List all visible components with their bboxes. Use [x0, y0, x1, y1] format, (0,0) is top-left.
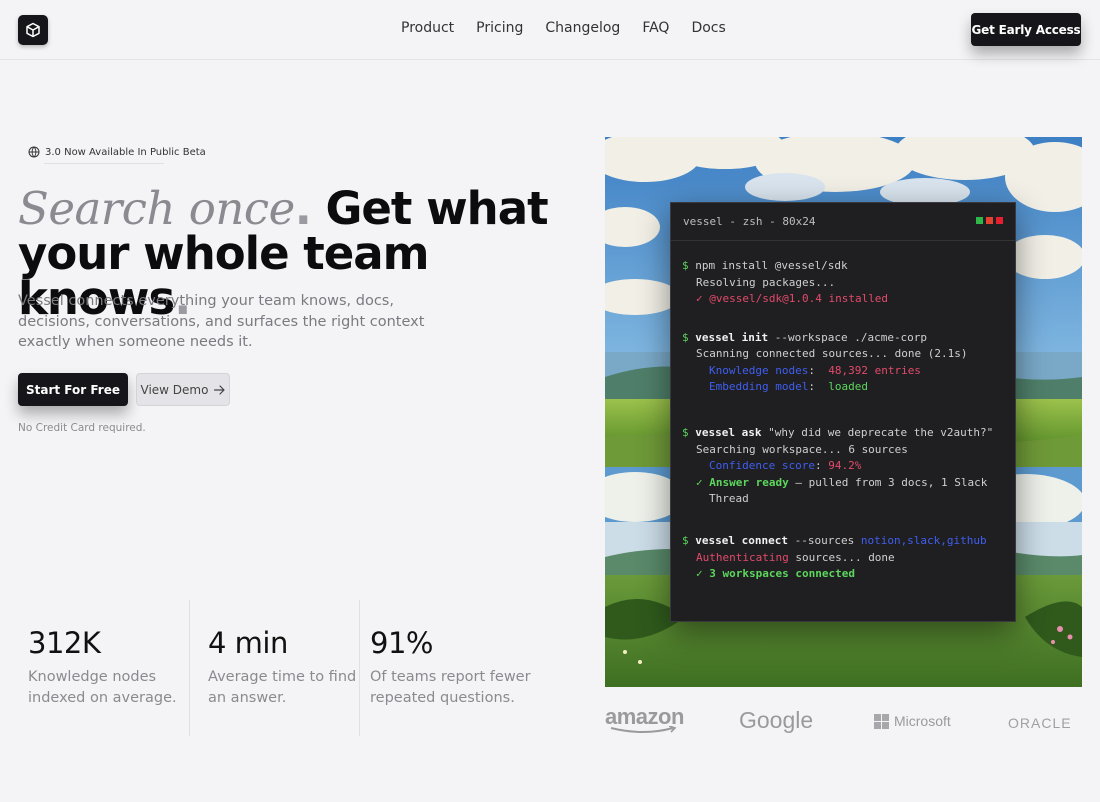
terminal-line: ✓ Answer ready — pulled from 3 docs, 1 S… — [696, 476, 988, 489]
beta-badge-label: 3.0 Now Available In Public Beta — [45, 146, 206, 158]
terminal-line: $ vessel connect --sources notion,slack,… — [682, 534, 987, 547]
view-demo-button[interactable]: View Demo — [136, 373, 230, 406]
google-logo: Google — [739, 707, 814, 733]
terminal-line: Resolving packages... — [696, 276, 836, 289]
stat-description: Of teams report fewer repeated questions. — [370, 669, 531, 706]
terminal-header: vessel - zsh - 80x24 — [671, 203, 1015, 241]
minimize-dot-icon[interactable] — [986, 217, 993, 224]
microsoft-logo: Microsoft — [874, 713, 951, 729]
terminal-line: Confidence score: 94.2% — [709, 459, 862, 472]
customer-logos: amazon Google Microsoft ORACLE — [605, 700, 1082, 740]
terminal-line: Knowledge nodes: 48,392 entries — [709, 364, 921, 377]
terminal-line: Authenticating sources... done — [696, 551, 895, 564]
window-controls — [976, 217, 1003, 224]
stat-fewer-questions: 91% Of teams report fewer repeated questi… — [370, 600, 540, 736]
cube-icon — [26, 22, 40, 38]
maximize-dot-icon[interactable] — [976, 217, 983, 224]
globe-icon — [28, 146, 40, 158]
terminal-line: Scanning connected sources... done (2.1s… — [696, 347, 968, 360]
nav-link-product[interactable]: Product — [401, 20, 454, 36]
terminal-line: ✓ 3 workspaces connected — [696, 567, 855, 580]
terminal-line: Embedding model: loaded — [709, 380, 868, 393]
terminal-line: ✓ @vessel/sdk@1.0.4 installed — [696, 292, 889, 305]
terminal-line: Thread — [709, 492, 749, 505]
stat-knowledge-nodes: 312K Knowledge nodes indexed on average. — [28, 600, 178, 736]
stat-value: 4 min — [208, 626, 288, 660]
terminal-line: $ vessel ask "why did we deprecate the v… — [682, 426, 994, 439]
arrow-right-icon — [214, 384, 226, 395]
nav-link-docs[interactable]: Docs — [691, 20, 725, 36]
stat-description: Average time to find an answer. — [208, 669, 357, 706]
stat-description: Knowledge nodes indexed on average. — [28, 669, 177, 706]
view-demo-label: View Demo — [140, 382, 209, 397]
hero-subtext: Vessel connects everything your team kno… — [18, 293, 425, 350]
terminal-line: Searching workspace... 6 sources — [696, 443, 908, 456]
terminal-window: vessel - zsh - 80x24 $ npm install @vess… — [670, 202, 1016, 622]
terminal-line: $ vessel init --workspace ./acme-corp — [682, 331, 928, 344]
start-for-free-button[interactable]: Start For Free — [18, 373, 128, 406]
beta-badge[interactable]: 3.0 Now Available In Public Beta — [28, 143, 206, 161]
terminal-line: $ npm install @vessel/sdk — [682, 259, 848, 272]
nav-link-faq[interactable]: FAQ — [642, 20, 669, 36]
nav-link-pricing[interactable]: Pricing — [476, 20, 523, 36]
no-credit-card-note: No Credit Card required. — [18, 422, 146, 434]
stat-time-to-answer: 4 min Average time to find an answer. — [208, 600, 358, 736]
stat-divider — [359, 600, 360, 736]
terminal-title: vessel - zsh - 80x24 — [683, 215, 816, 228]
stat-value: 312K — [28, 626, 101, 660]
get-early-access-button[interactable]: Get Early Access — [971, 13, 1081, 46]
nav-links: Product Pricing Changelog FAQ Docs — [401, 20, 726, 36]
oracle-logo: ORACLE — [1008, 715, 1072, 731]
stat-divider — [189, 600, 190, 736]
microsoft-squares-icon — [874, 713, 889, 729]
close-dot-icon[interactable] — [996, 217, 1003, 224]
nav-link-changelog[interactable]: Changelog — [545, 20, 620, 36]
vessel-logo[interactable] — [18, 15, 48, 45]
badge-underline — [44, 163, 164, 164]
top-nav: Product Pricing Changelog FAQ Docs Get E… — [0, 0, 1100, 60]
amazon-logo: amazon — [605, 704, 684, 733]
stat-value: 91% — [370, 626, 433, 660]
